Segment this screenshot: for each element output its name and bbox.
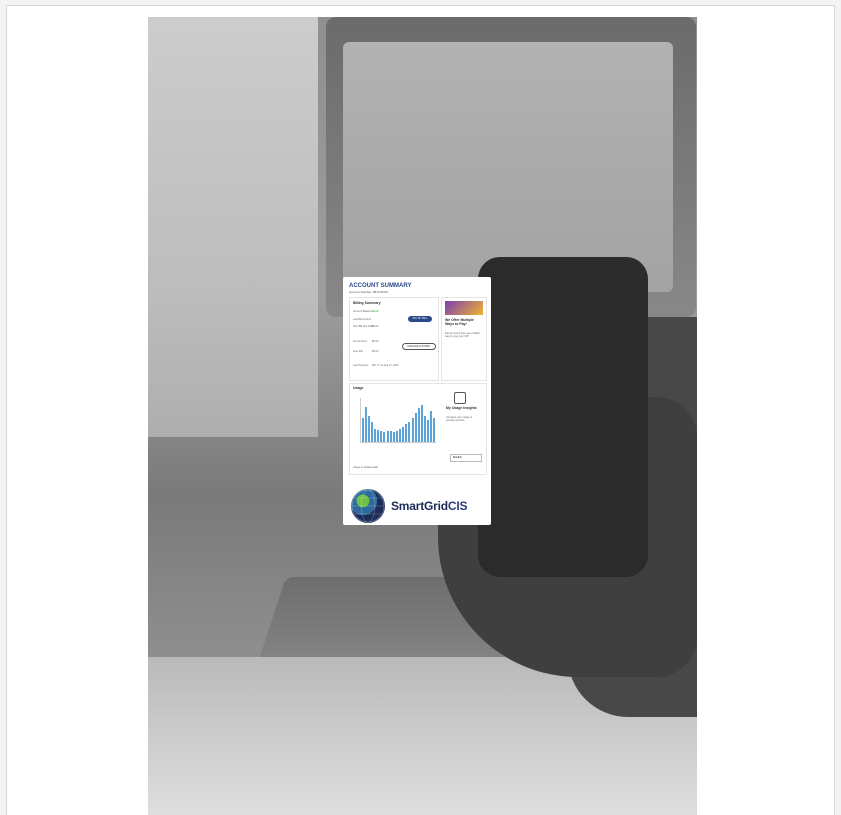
brand-wordmark: SmartGridCIS <box>391 499 468 513</box>
usage-footer-note: Usage is updated daily <box>353 466 379 469</box>
usage-bar <box>364 406 367 442</box>
usage-bar <box>383 432 386 442</box>
usage-bar <box>377 429 380 442</box>
usage-bar <box>402 426 405 442</box>
usage-bar <box>367 415 370 442</box>
usage-heading: Usage <box>353 386 364 390</box>
usage-bar <box>370 422 373 442</box>
promo-image <box>445 301 483 315</box>
account-number: Account Number: 987100301 <box>349 290 389 294</box>
usage-bar <box>433 417 436 442</box>
plug-icon <box>454 392 466 404</box>
insights-body: Compare your usage to previous periods. <box>446 416 473 422</box>
last-payment-label: Last Payment <box>353 364 369 367</box>
usage-bar <box>420 404 423 442</box>
globe-grid-icon <box>351 489 385 523</box>
last-bill-value: $0.00 <box>372 325 379 328</box>
brand-name-part1: SmartGrid <box>391 499 448 513</box>
account-balance-label: Account Balance <box>353 310 372 313</box>
brand-name-part2: CIS <box>447 499 468 513</box>
usage-card: Usage My Usage Insights Compare your usa… <box>349 383 487 475</box>
usage-bar <box>361 417 364 442</box>
usage-bar <box>414 413 417 442</box>
amount-due-label: Amount Due <box>353 340 367 343</box>
usage-bar-chart <box>360 398 436 443</box>
billing-heading: Billing Summary <box>353 301 381 305</box>
usage-bar <box>389 431 392 442</box>
period-select[interactable]: Monthly <box>450 454 482 462</box>
usage-bar <box>386 431 389 442</box>
usage-bar <box>392 432 395 442</box>
insights-heading: My Usage Insights <box>446 406 477 410</box>
amount-due-value: $0.00 <box>372 340 379 343</box>
phone-screen: ACCOUNT SUMMARY Account Number: 98710030… <box>343 277 491 525</box>
promo-body: Did you know there are multiple ways to … <box>445 332 481 339</box>
usage-bar <box>411 417 414 442</box>
manage-autopay-button[interactable]: MANAGE AUTOPAY <box>402 343 436 350</box>
promo-card: We Offer Multiple Ways to Pay! Did you k… <box>441 297 487 381</box>
last-bill-label: Last Bill Amount <box>353 318 371 321</box>
window-light <box>148 17 318 437</box>
usage-bar <box>374 428 376 442</box>
usage-bar <box>424 415 426 442</box>
usage-bar <box>405 424 408 442</box>
account-balance-value: $0.00 <box>372 310 379 313</box>
promo-heading: We Offer Multiple Ways to Pay! <box>445 318 474 326</box>
autopay-label: Auto Pay <box>353 350 364 353</box>
monitor-screen <box>343 42 673 292</box>
billing-summary-card: Billing Summary Account Balance $0.00 La… <box>349 297 439 381</box>
pay-bill-button[interactable]: PAY MY BILL <box>408 316 432 322</box>
usage-bar <box>417 407 420 442</box>
usage-bar <box>408 422 411 442</box>
phone-body <box>478 257 648 577</box>
next-due-label: Next Bill Due Date <box>353 325 374 328</box>
usage-bar <box>380 431 383 442</box>
usage-bar <box>430 411 433 442</box>
autopay-value: $0.00 <box>372 350 379 353</box>
usage-bar <box>427 420 430 442</box>
usage-bar <box>395 431 398 442</box>
usage-bar <box>399 428 401 442</box>
last-payment-value: $27.77 on Aug 17, 2023 <box>372 364 399 367</box>
page-title: ACCOUNT SUMMARY <box>349 283 412 289</box>
